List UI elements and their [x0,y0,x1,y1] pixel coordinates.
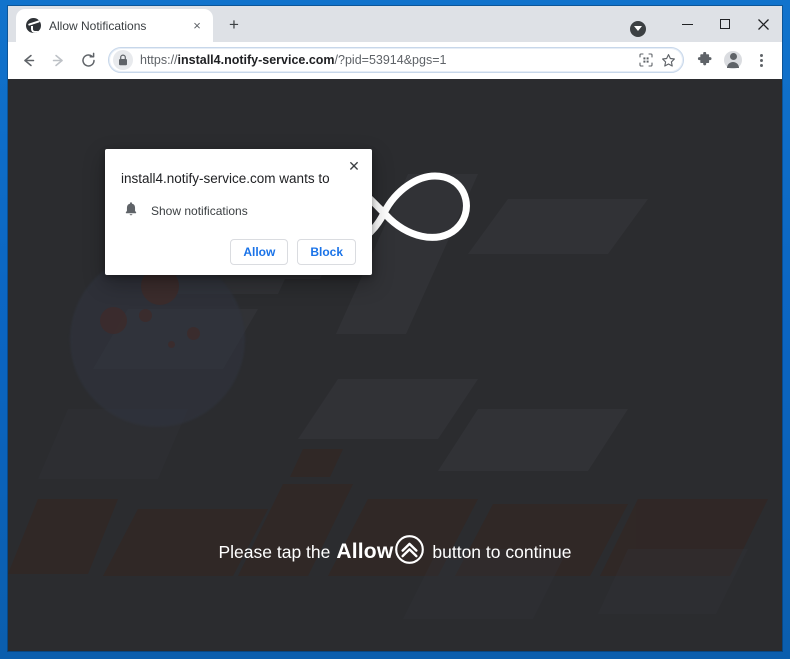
prompt-allow-emphasis: Allow [336,540,394,563]
dialog-actions: Allow Block [121,238,356,265]
planet-crater [168,341,175,348]
prompt-lead-text: Please tap the [218,541,331,562]
back-button[interactable] [14,46,42,74]
permission-row: Show notifications [121,201,356,222]
block-button[interactable]: Block [297,238,356,265]
url-text: https://install4.notify-service.com/?pid… [140,53,635,67]
url-suffix: /?pid=53914&pgs=1 [334,53,447,67]
arrow-left-icon [23,54,34,66]
planet-crater [187,327,200,340]
kebab-menu-icon[interactable] [748,47,774,73]
url-prefix: https:// [140,53,178,67]
browser-window: Allow Notifications × + https://install4… [8,6,782,651]
tab-title: Allow Notifications [49,18,147,33]
update-available-icon[interactable] [630,21,646,37]
browser-tab[interactable]: Allow Notifications × [16,9,213,42]
address-bar[interactable]: https://install4.notify-service.com/?pid… [108,47,684,73]
forward-button[interactable] [44,46,72,74]
notification-permission-dialog: ✕ install4.notify-service.com wants to S… [105,149,372,275]
planet-crater [100,307,127,334]
globe-icon [26,18,41,33]
qr-code-icon[interactable] [635,49,657,71]
lock-icon[interactable] [113,50,133,70]
planet-crater [139,309,152,322]
dialog-title: install4.notify-service.com wants to [121,171,330,186]
continue-prompt: Please tap the Allow button to continue [8,534,782,570]
page-content: Please tap the Allow button to continue … [8,79,782,651]
maximize-button[interactable] [706,9,744,39]
window-frame: Allow Notifications × + https://install4… [0,0,790,659]
permission-label: Show notifications [151,204,248,219]
close-icon[interactable]: × [189,18,205,34]
allow-button[interactable]: Allow [230,238,289,265]
tab-strip: Allow Notifications × + [8,6,782,42]
chevron-double-up-circle-icon [394,534,425,570]
reload-button[interactable] [74,46,102,74]
puzzle-piece-icon[interactable] [692,47,718,73]
close-icon [757,18,769,30]
close-window-button[interactable] [744,9,782,39]
star-icon[interactable] [657,49,679,71]
new-tab-button[interactable]: + [221,11,247,37]
url-domain: install4.notify-service.com [177,53,335,67]
profile-avatar-icon[interactable] [720,47,746,73]
arrow-right-icon [52,54,63,66]
browser-toolbar: https://install4.notify-service.com/?pid… [8,42,782,79]
minimize-button[interactable] [668,9,706,39]
prompt-tail-text: button to continue [432,541,572,562]
bell-icon [124,201,138,222]
reload-icon [81,52,95,67]
close-icon[interactable]: ✕ [346,158,362,174]
window-controls [630,6,782,42]
